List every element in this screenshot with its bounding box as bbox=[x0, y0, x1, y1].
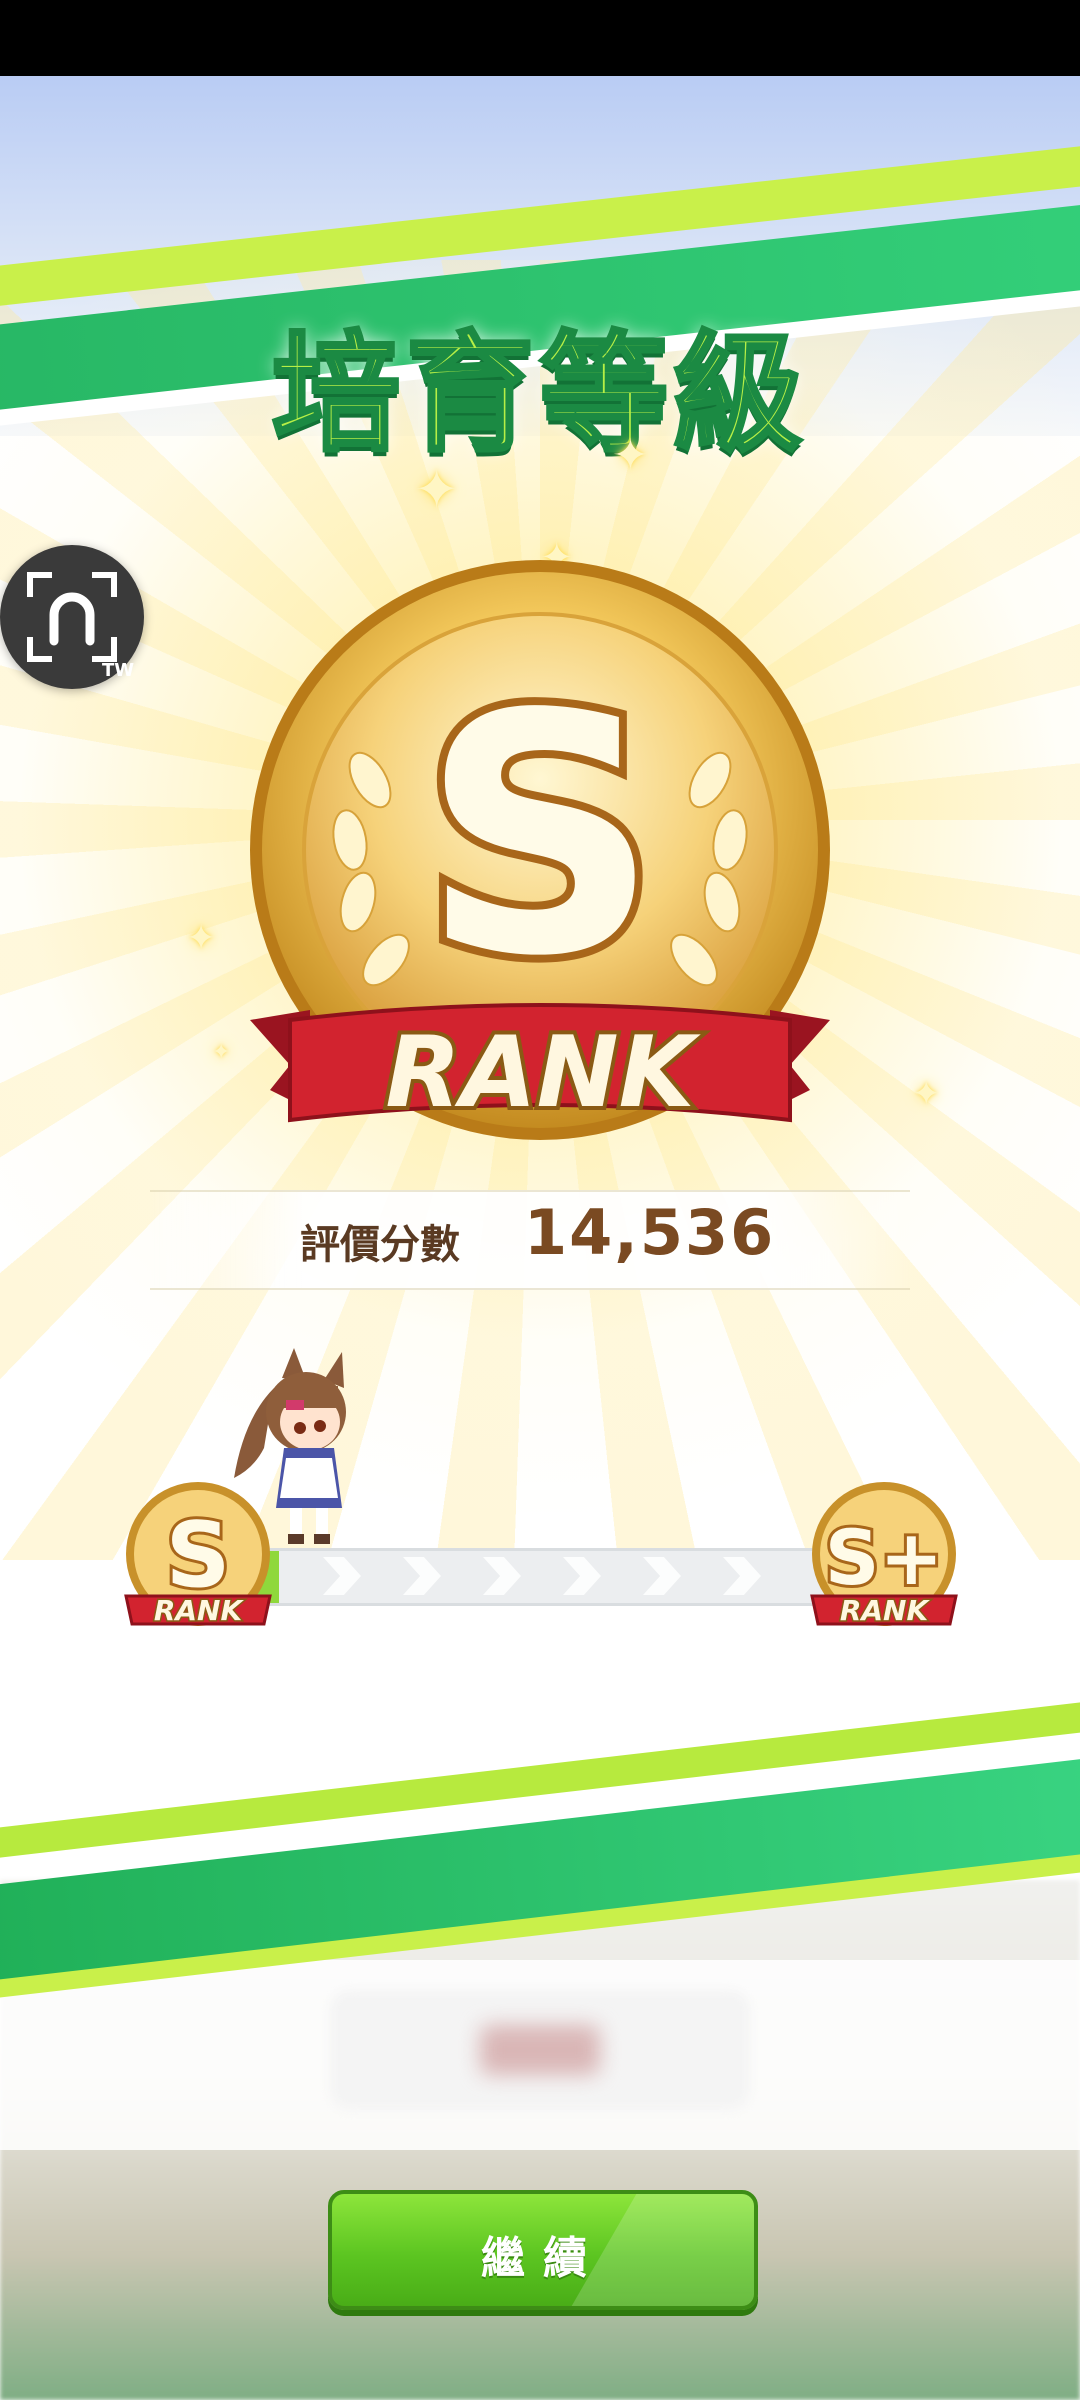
overlay-region-tag: TW bbox=[102, 660, 135, 681]
blurred-panel-text bbox=[480, 2025, 600, 2075]
sparkle-icon: ✦ bbox=[414, 458, 460, 521]
sparkle-icon: ✦ bbox=[212, 1040, 231, 1065]
horseshoe-camera-icon bbox=[27, 572, 117, 662]
chevron-right-icon bbox=[643, 1557, 681, 1595]
continue-button-label: 繼續 bbox=[481, 2233, 605, 2284]
sparkle-icon: ✦ bbox=[912, 1074, 941, 1114]
score-label: 評價分數 bbox=[300, 1222, 460, 1268]
next-rank-letter: S+ bbox=[825, 1513, 943, 1602]
chevron-right-icon bbox=[563, 1557, 601, 1595]
svg-text:S: S bbox=[421, 644, 659, 1028]
status-bar bbox=[0, 0, 1080, 76]
current-rank-medal-icon: S RANK bbox=[124, 1482, 272, 1629]
sparkle-icon: ✦ bbox=[612, 430, 649, 481]
chevron-right-icon bbox=[403, 1557, 441, 1595]
s-rank-medal-icon: S RANK bbox=[250, 560, 830, 1140]
current-rank-label: RANK bbox=[154, 1594, 245, 1627]
chevron-right-icon bbox=[323, 1557, 361, 1595]
next-rank-label: RANK bbox=[840, 1594, 931, 1627]
next-rank-medal-icon: S+ RANK bbox=[810, 1482, 958, 1629]
chevron-right-icon bbox=[723, 1557, 761, 1595]
sparkle-icon: ✦ bbox=[186, 918, 217, 959]
chevron-right-icon bbox=[483, 1557, 521, 1595]
rank-progress-bar bbox=[240, 1548, 846, 1606]
medal-rank-label: RANK bbox=[385, 1016, 701, 1130]
score-value: 14,536 bbox=[524, 1196, 776, 1269]
continue-button[interactable]: 繼續 bbox=[328, 2190, 758, 2310]
page-title: 培育等級 bbox=[270, 318, 808, 471]
current-rank-letter: S bbox=[166, 1503, 231, 1608]
